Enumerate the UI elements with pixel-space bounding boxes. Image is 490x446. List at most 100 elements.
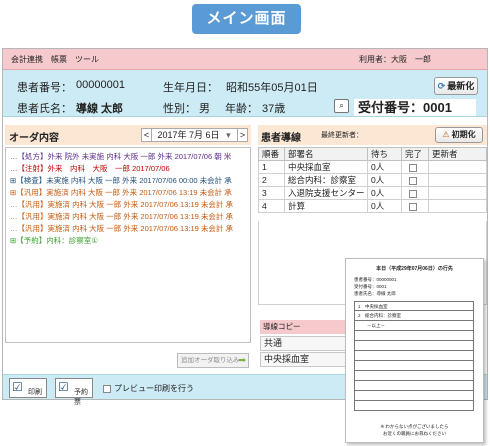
order-panel-header: オーダ内容 < 2017年 7月 6日 ▾ > <box>5 125 251 145</box>
order-row[interactable]: ⊞【予約】内科：診察室① <box>10 235 98 246</box>
screen-title-badge: メイン画面 <box>192 4 301 34</box>
receipt-line <box>354 371 474 381</box>
add-order-import-button[interactable]: 追加オーダ取り込み ➡ <box>177 353 249 368</box>
reservation-slip-button[interactable]: ☑ 予約票 <box>55 378 93 406</box>
column-header: 待ち <box>367 147 402 161</box>
age-label: 年齢： <box>225 103 258 115</box>
dept-cell: 総合内科：診察室 <box>284 173 368 187</box>
receipt-line <box>354 391 474 401</box>
preview-checkbox[interactable] <box>103 384 111 393</box>
wait-cell: 0人 <box>367 199 402 213</box>
menu-tools[interactable]: ツール <box>75 54 99 65</box>
order-cell: 3 <box>258 186 285 200</box>
menu-accounting[interactable]: 会計連携 <box>11 54 43 65</box>
initialize-button[interactable]: ⚠ 初期化 <box>435 127 483 143</box>
complete-cell <box>401 186 429 200</box>
order-row[interactable]: …【注射】外来 内科 大阪 一郎 2017/07/06 <box>10 163 170 174</box>
preview-print-option[interactable]: プレビュー印刷を行う <box>103 383 194 394</box>
refresh-button[interactable]: ⟳ 最新化 <box>434 77 478 95</box>
order-cell: 4 <box>258 199 285 213</box>
complete-checkbox[interactable] <box>409 189 417 198</box>
date-value[interactable]: 2017年 7月 6日 <box>155 130 220 140</box>
dept-cell: 入退院支援センター <box>284 186 368 200</box>
date-navigator[interactable]: < 2017年 7月 6日 ▾ > <box>141 128 248 142</box>
receipt-line <box>354 381 474 391</box>
order-row[interactable]: …【汎用】実施済 内科 大阪 一郎 外来 2017/07/06 13:19 未会… <box>10 223 233 234</box>
receipt-line <box>354 361 474 371</box>
complete-cell <box>401 160 429 174</box>
complete-checkbox[interactable] <box>409 202 417 211</box>
receipt-line: －以上－ <box>354 321 474 331</box>
complete-checkbox[interactable] <box>409 176 417 185</box>
route-copy-item[interactable]: 共通 <box>260 336 352 351</box>
receipt-info: 受付番号：0001 <box>354 284 387 289</box>
table-row[interactable]: 1 中央採血室 0人 <box>258 160 487 174</box>
column-header: 順番 <box>258 147 285 161</box>
receipt-line <box>354 341 474 351</box>
search-button[interactable]: ⌕ <box>334 99 349 113</box>
next-date-button[interactable]: > <box>237 129 247 141</box>
complete-cell <box>401 173 429 187</box>
menu-bar: 会計連携 帳票 ツール 利用者：大阪 一郎 <box>3 49 487 70</box>
order-row[interactable]: …【汎用】実施済 内科 大阪 一郎 外来 2017/07/06 13:19 未会… <box>10 211 233 222</box>
receipt-line: 1 中央採血室 <box>354 301 474 311</box>
order-row[interactable]: ⊞【検査】未実施 内科 大阪 一郎 外来 2017/07/06 00:00 未会… <box>10 175 232 186</box>
current-user: 利用者：大阪 一郎 <box>359 55 431 64</box>
updater-cell <box>428 160 487 174</box>
wait-cell: 0人 <box>367 186 402 200</box>
table-row[interactable]: 2 総合内科：診察室 0人 <box>258 173 487 187</box>
receipt-line <box>354 351 474 361</box>
dept-cell: 中央採血室 <box>284 160 368 174</box>
receipt-info: 患者氏名：導線 太郎 <box>354 291 396 296</box>
column-header: 完了 <box>401 147 429 161</box>
table-row[interactable]: 3 入退院支援センター 0人 <box>258 186 487 200</box>
receipt-note: お近くの職員にお尋ねください <box>383 431 446 436</box>
receipt-title: 本日（平成29年07月06日）の行先 <box>376 266 453 272</box>
receipt-line: 2 総合内科：診察室 <box>354 311 474 321</box>
receipt-line <box>354 331 474 341</box>
updater-cell <box>428 186 487 200</box>
dob-label: 生年月日： <box>163 82 218 94</box>
last-updater-label: 最終更新者： <box>321 132 363 139</box>
dept-cell: 計算 <box>284 199 368 213</box>
dob-value: 昭和55年05月01日 <box>226 82 318 94</box>
age-value: 37歳 <box>262 103 286 115</box>
warning-icon: ⚠ <box>442 130 450 139</box>
check-icon: ☑ <box>12 380 23 394</box>
receipt-line <box>354 401 474 411</box>
updater-cell <box>428 173 487 187</box>
wait-cell: 0人 <box>367 173 402 187</box>
complete-checkbox[interactable] <box>409 163 417 172</box>
preview-label: プレビュー印刷を行う <box>114 384 194 393</box>
arrow-right-icon: ➡ <box>238 355 246 365</box>
check-icon: ☑ <box>58 380 69 394</box>
column-header: 更新者 <box>428 147 487 161</box>
patient-name-label: 患者氏名： <box>17 103 72 115</box>
complete-cell <box>401 199 429 213</box>
order-tree[interactable]: …【処方】外来 院外 未実施 内科 大阪 一郎 外来 2017/07/06 朝 … <box>5 147 251 343</box>
calendar-icon[interactable]: ▾ <box>222 130 231 140</box>
patient-id-label: 患者番号： <box>17 82 72 94</box>
order-row[interactable]: ⊞【汎用】実施済 内科 大阪 一郎 外来 2017/07/06 13:19 未会… <box>10 187 232 198</box>
order-panel-title: オーダ内容 <box>9 133 59 144</box>
order-cell: 2 <box>258 173 285 187</box>
printed-receipt-preview: 本日（平成29年07月06日）の行先 患者番号：00000001 受付番号：00… <box>345 258 484 443</box>
guide-panel-title: 患者導線 <box>261 133 301 144</box>
search-icon: ⌕ <box>339 101 344 110</box>
receipt-info: 患者番号：00000001 <box>354 277 397 282</box>
guide-table: 順番 部署名 待ち 完了 更新者 1 中央採血室 0人 2 総合内科：診察室 0… <box>258 147 487 213</box>
prev-date-button[interactable]: < <box>142 129 152 141</box>
order-cell: 1 <box>258 160 285 174</box>
order-row[interactable]: …【汎用】実施済 内科 大阪 一郎 外来 2017/07/06 13:19 未会… <box>10 199 233 210</box>
table-row[interactable]: 4 計算 0人 <box>258 199 487 213</box>
sex-value: 男 <box>199 103 210 115</box>
route-copy-item[interactable]: 中央採血室 <box>260 352 352 367</box>
order-row[interactable]: …【処方】外来 院外 未実施 内科 大阪 一郎 外来 2017/07/06 朝 … <box>10 151 231 162</box>
guide-panel-header: 患者導線 最終更新者： ⚠ 初期化 <box>258 125 487 145</box>
refresh-icon: ⟳ <box>437 81 446 91</box>
receipt-note: ※ わからない点がございましたら <box>380 424 449 429</box>
patient-info-panel: 患者番号： 00000001 生年月日： 昭和55年05月01日 ⟳ 最新化 患者… <box>3 70 487 117</box>
menu-forms[interactable]: 帳票 <box>51 54 67 65</box>
route-copy-header: 導線コピー <box>260 320 352 334</box>
print-button[interactable]: ☑ 印刷 <box>9 378 47 398</box>
